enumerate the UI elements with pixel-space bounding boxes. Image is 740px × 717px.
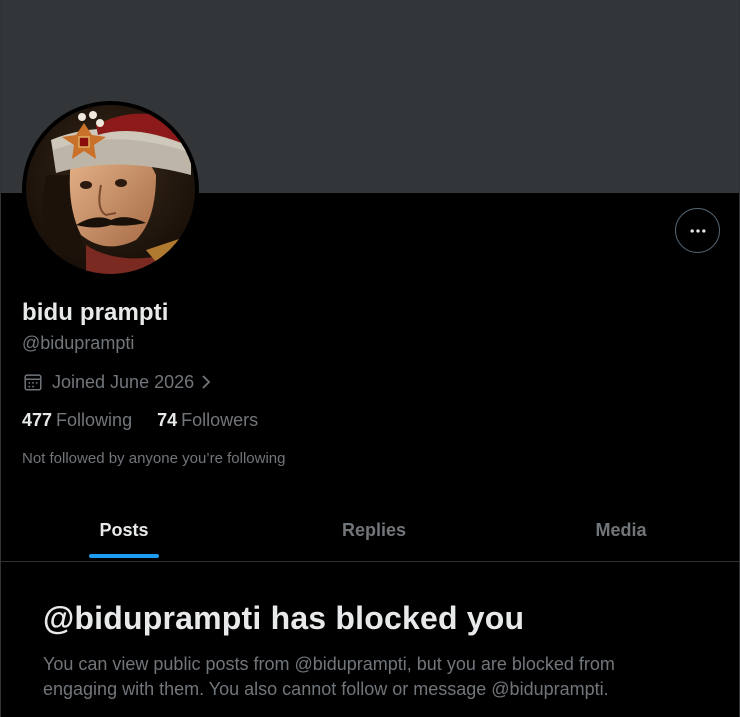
profile-page: bidu prampti @biduprampti Joined June 20…: [0, 0, 740, 717]
tab-replies[interactable]: Replies: [247, 500, 501, 561]
following-label: Following: [56, 410, 133, 430]
tab-media-label: Media: [595, 520, 647, 540]
profile-tabs: Posts Replies Media: [1, 500, 739, 562]
active-tab-indicator: [89, 554, 159, 558]
more-options-button[interactable]: [675, 208, 720, 253]
tab-posts-label: Posts: [99, 520, 149, 540]
not-followed-text: Not followed by anyone you’re following: [22, 450, 286, 467]
joined-date-text: Joined June 2026: [52, 371, 195, 392]
profile-handle: @biduprampti: [22, 333, 135, 353]
joined-date-link[interactable]: Joined June 2026: [22, 371, 214, 393]
followers-label: Followers: [181, 410, 259, 430]
avatar[interactable]: [22, 101, 199, 278]
tab-media[interactable]: Media: [501, 500, 739, 561]
blocked-description: You can view public posts from @bidupram…: [43, 654, 615, 699]
follow-stats: 477 Following 74 Followers: [22, 410, 283, 431]
blocked-title: @biduprampti has blocked you: [43, 600, 525, 636]
profile-name: bidu prampti: [22, 299, 169, 326]
calendar-icon: [24, 374, 42, 391]
following-count: 477: [22, 410, 53, 430]
tab-posts[interactable]: Posts: [1, 500, 247, 561]
chevron-right-icon: [202, 375, 211, 389]
tab-replies-label: Replies: [341, 520, 407, 540]
avatar-image: [26, 105, 195, 274]
followers-link[interactable]: 74 Followers: [157, 410, 258, 431]
more-horizontal-icon: [690, 228, 705, 233]
following-link[interactable]: 477 Following: [22, 410, 132, 431]
followers-count: 74: [157, 410, 178, 430]
